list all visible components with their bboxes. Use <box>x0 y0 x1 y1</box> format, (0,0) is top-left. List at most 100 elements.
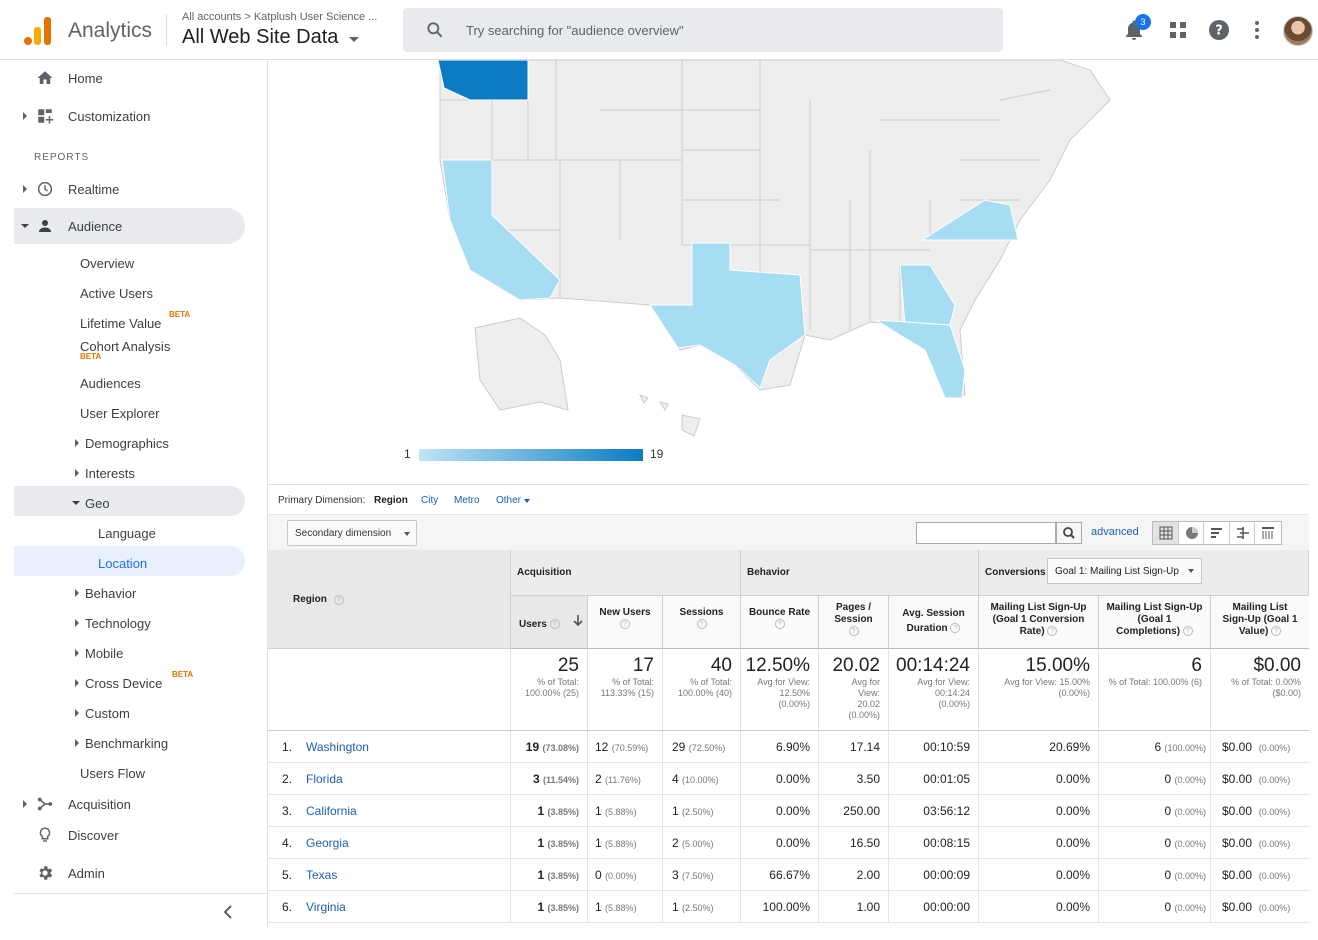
users-cell: 1 (3.85%) <box>511 795 588 827</box>
help-icon[interactable]: ? <box>334 595 344 605</box>
region-link[interactable]: Virginia <box>306 900 346 914</box>
column-header-avg-session-duration[interactable]: Avg. Session Duration ? <box>889 596 979 649</box>
sidebar-item-label: Audiences <box>80 376 141 391</box>
total-value: 12.50% <box>745 655 810 676</box>
total-value: 20.02 <box>832 655 880 676</box>
region-link[interactable]: Texas <box>306 868 337 882</box>
help-icon[interactable]: ? <box>950 623 961 634</box>
sidebar-item-customization[interactable]: Customization <box>14 98 254 134</box>
analytics-logo-icon[interactable] <box>24 15 52 45</box>
person-icon <box>39 220 51 232</box>
region-link[interactable]: California <box>306 804 357 818</box>
users-cell: 1 (3.85%) <box>511 891 588 923</box>
help-icon[interactable]: ? <box>549 619 560 630</box>
sidebar-item-label: Realtime <box>68 182 120 197</box>
dimension-other[interactable]: Other <box>496 495 521 506</box>
help-icon[interactable]: ? <box>1271 626 1282 637</box>
user-avatar[interactable] <box>1283 16 1313 46</box>
column-header-bounce-rate[interactable]: Bounce Rate? <box>741 596 819 649</box>
region-cell: 1. Washington <box>268 731 511 763</box>
account-breadcrumb[interactable]: All accounts > Katplush User Science ... <box>182 11 377 23</box>
sidebar-item-discover[interactable]: Discover <box>14 817 254 853</box>
view-comparison-button[interactable] <box>1230 522 1256 544</box>
sidebar-item-audience[interactable]: Audience <box>14 208 254 244</box>
total-bounce-rate: 12.50% Avg for View: 12.50% (0.00%) <box>741 649 819 731</box>
sidebar-item-label: Discover <box>68 828 119 843</box>
goal-selector-dropdown[interactable]: Goal 1: Mailing List Sign-Up <box>1047 558 1202 584</box>
users-pct: (73.08%) <box>542 743 579 753</box>
table-filter-input[interactable] <box>916 522 1056 544</box>
completions-pct: (0.00%) <box>1174 839 1206 849</box>
search-input[interactable]: Try searching for "audience overview" <box>466 23 684 38</box>
users-cell: 1 (3.85%) <box>511 827 588 859</box>
sidebar-item-label: Custom <box>85 706 130 721</box>
column-header-completions[interactable]: Mailing List Sign-Up (Goal 1 Completions… <box>1099 596 1211 649</box>
dimension-metro[interactable]: Metro <box>454 495 480 506</box>
secondary-dimension-dropdown[interactable]: Secondary dimension <box>287 520 417 546</box>
total-completions: 6% of Total: 100.00% (6) <box>1099 649 1211 731</box>
dimension-city[interactable]: City <box>421 495 438 506</box>
sessions-value: 29 <box>672 740 686 754</box>
filter-search-button[interactable] <box>1056 522 1082 544</box>
sidebar-item-realtime[interactable]: Realtime <box>14 171 254 207</box>
help-icon[interactable]: ? <box>774 619 785 630</box>
help-icon[interactable]: ? <box>848 626 859 637</box>
help-icon[interactable]: ? <box>1207 18 1231 42</box>
column-header-conversion-rate[interactable]: Mailing List Sign-Up (Goal 1 Conversion … <box>979 596 1099 649</box>
map-state-hawaii[interactable] <box>638 394 701 437</box>
search-bar[interactable]: Try searching for "audience overview" <box>403 8 1003 52</box>
sessions-value: 4 <box>672 772 679 786</box>
column-header-sessions[interactable]: Sessions? <box>663 596 741 649</box>
column-header-new-users[interactable]: New Users? <box>588 596 663 649</box>
dimension-region[interactable]: Region <box>374 495 408 506</box>
region-link[interactable]: Florida <box>306 772 343 786</box>
conversion-rate-value: 0.00% <box>1055 868 1090 882</box>
column-header-region[interactable]: Region ? <box>268 550 511 649</box>
advanced-filter-link[interactable]: advanced <box>1091 526 1139 538</box>
acquisition-icon <box>37 797 53 811</box>
help-icon[interactable]: ? <box>696 619 707 630</box>
us-states-map[interactable] <box>268 60 1309 440</box>
sidebar-item-home[interactable]: Home <box>14 60 254 96</box>
sidebar-item-label: Admin <box>68 866 105 881</box>
view-pie-button[interactable] <box>1179 522 1205 544</box>
apps-grid-icon[interactable] <box>1166 18 1190 42</box>
caret-down-icon[interactable] <box>524 499 530 503</box>
completions-value: 0 <box>1164 804 1172 818</box>
conversion-rate-value: 20.69% <box>1049 740 1090 754</box>
home-icon <box>37 71 53 84</box>
sessions-pct: (2.50%) <box>682 807 714 817</box>
region-link[interactable]: Washington <box>306 740 369 754</box>
total-pages-session: 20.02 Avg for View: 20.02 (0.00%) <box>819 649 889 731</box>
view-selector[interactable]: All Web Site Data <box>182 26 338 49</box>
more-vert-icon[interactable] <box>1245 18 1269 42</box>
chevron-left-icon[interactable] <box>222 905 234 919</box>
help-icon[interactable]: ? <box>1047 626 1058 637</box>
sidebar-item-admin[interactable]: Admin <box>14 855 254 891</box>
sort-descending-icon[interactable] <box>573 615 583 627</box>
map-state-alaska[interactable] <box>474 317 569 411</box>
map-state-florida[interactable] <box>875 319 966 399</box>
sessions-cell: 29 (72.50%) <box>663 731 741 763</box>
users-cell: 19 (73.08%) <box>511 731 588 763</box>
completions-value: 0 <box>1164 836 1172 850</box>
caret-down-icon[interactable] <box>349 37 359 42</box>
completions-pct: (0.00%) <box>1174 903 1206 913</box>
bounce-rate-value: 0.00% <box>775 772 810 786</box>
column-header-users[interactable]: Users ? <box>511 596 588 649</box>
sessions-pct: (10.00%) <box>682 775 719 785</box>
column-header-goal-value[interactable]: Mailing List Sign-Up (Goal 1 Value) ? <box>1211 596 1309 649</box>
sidebar-item-cohort-analysis[interactable]: Cohort Analysis BETA <box>14 332 254 368</box>
conversion-rate-value: 0.00% <box>1055 836 1090 850</box>
view-bar-button[interactable] <box>1204 522 1230 544</box>
table-view-toggle <box>1152 521 1282 545</box>
sessions-pct: (2.50%) <box>682 903 714 913</box>
view-pivot-button[interactable] <box>1255 522 1281 544</box>
geo-map[interactable] <box>268 60 1309 484</box>
region-link[interactable]: Georgia <box>306 836 349 850</box>
help-icon[interactable]: ? <box>620 619 630 630</box>
avg-duration-cell: 00:00:00 <box>889 891 979 923</box>
column-header-pages-session[interactable]: Pages / Session ? <box>819 596 889 649</box>
view-table-button[interactable] <box>1153 522 1179 544</box>
help-icon[interactable]: ? <box>1182 626 1193 637</box>
